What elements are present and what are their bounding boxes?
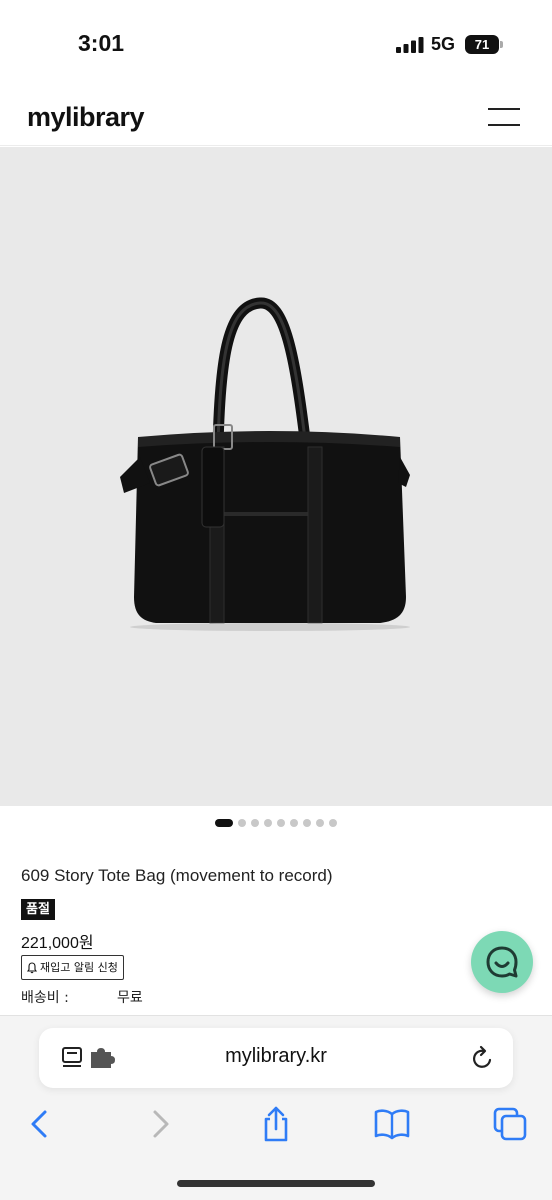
product-price: 221,000원 (21, 935, 94, 952)
reload-icon[interactable] (471, 1045, 495, 1071)
status-time: 3:01 (78, 30, 125, 56)
carousel-dot[interactable] (316, 819, 324, 827)
carousel-dot[interactable] (251, 819, 259, 827)
shipping-label: 배송비 : (21, 990, 69, 1006)
chat-button[interactable] (471, 931, 533, 993)
status-bar: 3:01 5G 71 (0, 0, 552, 90)
network-type: 5G (431, 34, 456, 54)
tote-bag-image (120, 297, 410, 631)
home-indicator (177, 1180, 375, 1187)
cellular-signal-icon (396, 37, 424, 53)
carousel-dot[interactable] (238, 819, 246, 827)
soldout-badge: 품절 (21, 899, 55, 920)
url-text[interactable]: mylibrary.kr (39, 1045, 513, 1068)
carousel-dot[interactable] (290, 819, 298, 827)
share-icon[interactable] (258, 1106, 294, 1142)
bookmarks-icon[interactable] (374, 1106, 410, 1142)
carousel-dot[interactable] (329, 819, 337, 827)
carousel-dot[interactable] (215, 819, 233, 827)
product-title: 609 Story Tote Bag (movement to record) (21, 866, 333, 885)
address-bar[interactable]: mylibrary.kr (39, 1028, 513, 1088)
product-image[interactable] (0, 147, 552, 806)
carousel-indicator[interactable] (0, 819, 552, 831)
battery-level: 71 (465, 35, 499, 54)
back-icon[interactable] (22, 1106, 58, 1142)
battery-icon: 71 (465, 35, 503, 54)
restock-alert-label: 재입고 알림 신청 (40, 961, 118, 974)
hamburger-icon[interactable] (488, 106, 520, 126)
chat-smile-icon (486, 946, 518, 978)
site-header: mylibrary (0, 90, 552, 146)
browser-toolbar: mylibrary.kr (0, 1015, 552, 1200)
carousel-dot[interactable] (277, 819, 285, 827)
carousel-dot[interactable] (303, 819, 311, 827)
carousel-dot[interactable] (264, 819, 272, 827)
restock-alert-button[interactable]: 재입고 알림 신청 (21, 955, 124, 980)
forward-icon[interactable] (142, 1106, 178, 1142)
shipping-value: 무료 (117, 990, 143, 1006)
bell-icon (26, 961, 38, 973)
site-logo[interactable]: mylibrary (27, 102, 145, 133)
tabs-icon[interactable] (492, 1106, 528, 1142)
